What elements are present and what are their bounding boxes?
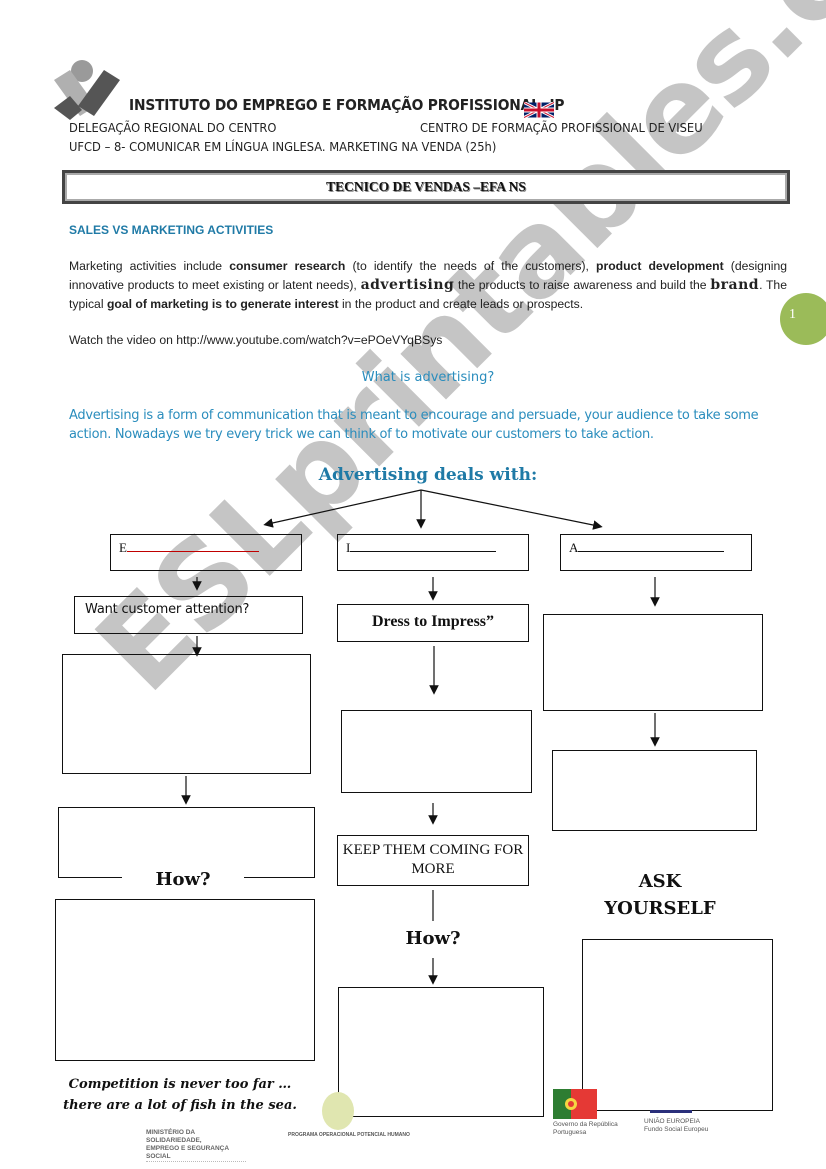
dress-to-impress: Dress to Impress” (371, 613, 495, 630)
intro-bold: consumer research (229, 259, 346, 273)
answer-box[interactable] (552, 750, 757, 831)
ask-yourself-label: ASK YOURSELF (604, 871, 716, 919)
answer-box[interactable] (58, 807, 315, 878)
competition-quote: Competition is never too far … there are… (50, 1074, 310, 1116)
institute-name: INSTITUTO DO EMPREGO E FORMAÇÃO PROFISSI… (129, 96, 565, 114)
course-title-box: TECNICO DE VENDAS –EFA NS (62, 170, 790, 204)
ufcd-text: UFCD – 8- COMUNICAR EM LÍNGUA INGLESA. M… (69, 139, 497, 154)
portugal-flag-icon (553, 1089, 597, 1119)
attention-question: Want customer attention? (85, 602, 250, 617)
answer-box[interactable] (582, 939, 773, 1111)
section-heading: SALES VS MARKETING ACTIVITIES (69, 223, 274, 237)
quote-line: Competition is never too far … (68, 1077, 292, 1092)
course-title: TECNICO DE VENDAS –EFA NS (326, 179, 526, 194)
page-number: 1 (789, 307, 796, 322)
eu-text: UNIÃO EUROPEIA Fundo Social Europeu (644, 1118, 708, 1134)
answer-box[interactable] (543, 614, 763, 711)
poph-logo-icon (322, 1092, 354, 1130)
intro-text: in the product and create leads or prosp… (338, 297, 584, 311)
letter-a: A (569, 540, 579, 555)
iefp-logo-icon (54, 60, 120, 120)
answer-blank[interactable] (350, 539, 497, 552)
intro-fancy-word: advertising (360, 277, 455, 293)
answer-box[interactable] (338, 987, 544, 1117)
delegation-text: DELEGAÇÃO REGIONAL DO CENTRO (69, 120, 277, 135)
intro-bold: goal of marketing is to generate interes… (106, 297, 339, 311)
eu-line: UNIÃO EUROPEIA (644, 1118, 700, 1125)
intro-text: the products to raise awareness and buil… (454, 278, 711, 292)
answer-blank[interactable] (126, 539, 259, 552)
advertising-definition: Advertising is a form of communication t… (69, 408, 759, 442)
keep-them-coming: KEEP THEM COMING FOR MORE (342, 842, 524, 877)
attention-question-box: Want customer attention? (74, 596, 303, 634)
page-number-badge: 1 (780, 293, 826, 345)
intro-fancy-word: brand (710, 277, 760, 293)
quote-line: there are a lot of fish in the sea. (63, 1098, 297, 1113)
center-text: CENTRO DE FORMAÇÃO PROFISSIONAL DE VISEU (420, 120, 703, 135)
box-bottom-line (244, 877, 315, 878)
answer-box[interactable] (55, 899, 315, 1061)
answer-blank[interactable] (578, 539, 725, 552)
eu-line: Fundo Social Europeu (644, 1126, 709, 1133)
ministry-logo: MINISTÉRIO DA SOLIDARIEDADE, EMPREGO E S… (146, 1129, 246, 1162)
ministry-line: MINISTÉRIO DA SOLIDARIEDADE, (146, 1129, 202, 1144)
eu-flag-icon (650, 1110, 692, 1113)
keep-them-coming-box: KEEP THEM COMING FOR MORE (337, 835, 529, 886)
dress-to-impress-box: Dress to Impress” (337, 604, 529, 642)
gov-line: Governo da República (553, 1121, 618, 1128)
letter-a-box[interactable]: A (560, 534, 752, 571)
ministry-line: EMPREGO E SEGURANÇA SOCIAL (146, 1145, 229, 1160)
letter-e-box[interactable]: E (110, 534, 302, 571)
arrow (263, 489, 422, 528)
gov-line: Portuguesa (553, 1129, 587, 1136)
intro-text: Marketing activities include (69, 259, 230, 273)
arrow (420, 489, 603, 530)
letter-e: E (119, 540, 127, 555)
intro-bold: product development (596, 259, 724, 273)
uk-flag-icon (524, 102, 554, 118)
what-is-heading: What is advertising? (361, 370, 495, 385)
answer-box[interactable] (341, 710, 532, 793)
how-label: How? (155, 869, 211, 890)
intro-text: (to identify the needs of the customers)… (345, 259, 597, 273)
video-link-text: Watch the video on http://www.youtube.co… (69, 333, 443, 347)
intro-paragraph: Marketing activities include consumer re… (69, 257, 787, 314)
deals-heading: Advertising deals with: (318, 465, 538, 485)
box-bottom-line (58, 877, 122, 878)
how-label: How? (405, 928, 461, 949)
answer-box[interactable] (62, 654, 311, 774)
letter-i-box[interactable]: I (337, 534, 529, 571)
gov-text: Governo da República Portuguesa (553, 1121, 618, 1137)
poph-text: PROGRAMA OPERACIONAL POTENCIAL HUMANO (288, 1132, 410, 1138)
